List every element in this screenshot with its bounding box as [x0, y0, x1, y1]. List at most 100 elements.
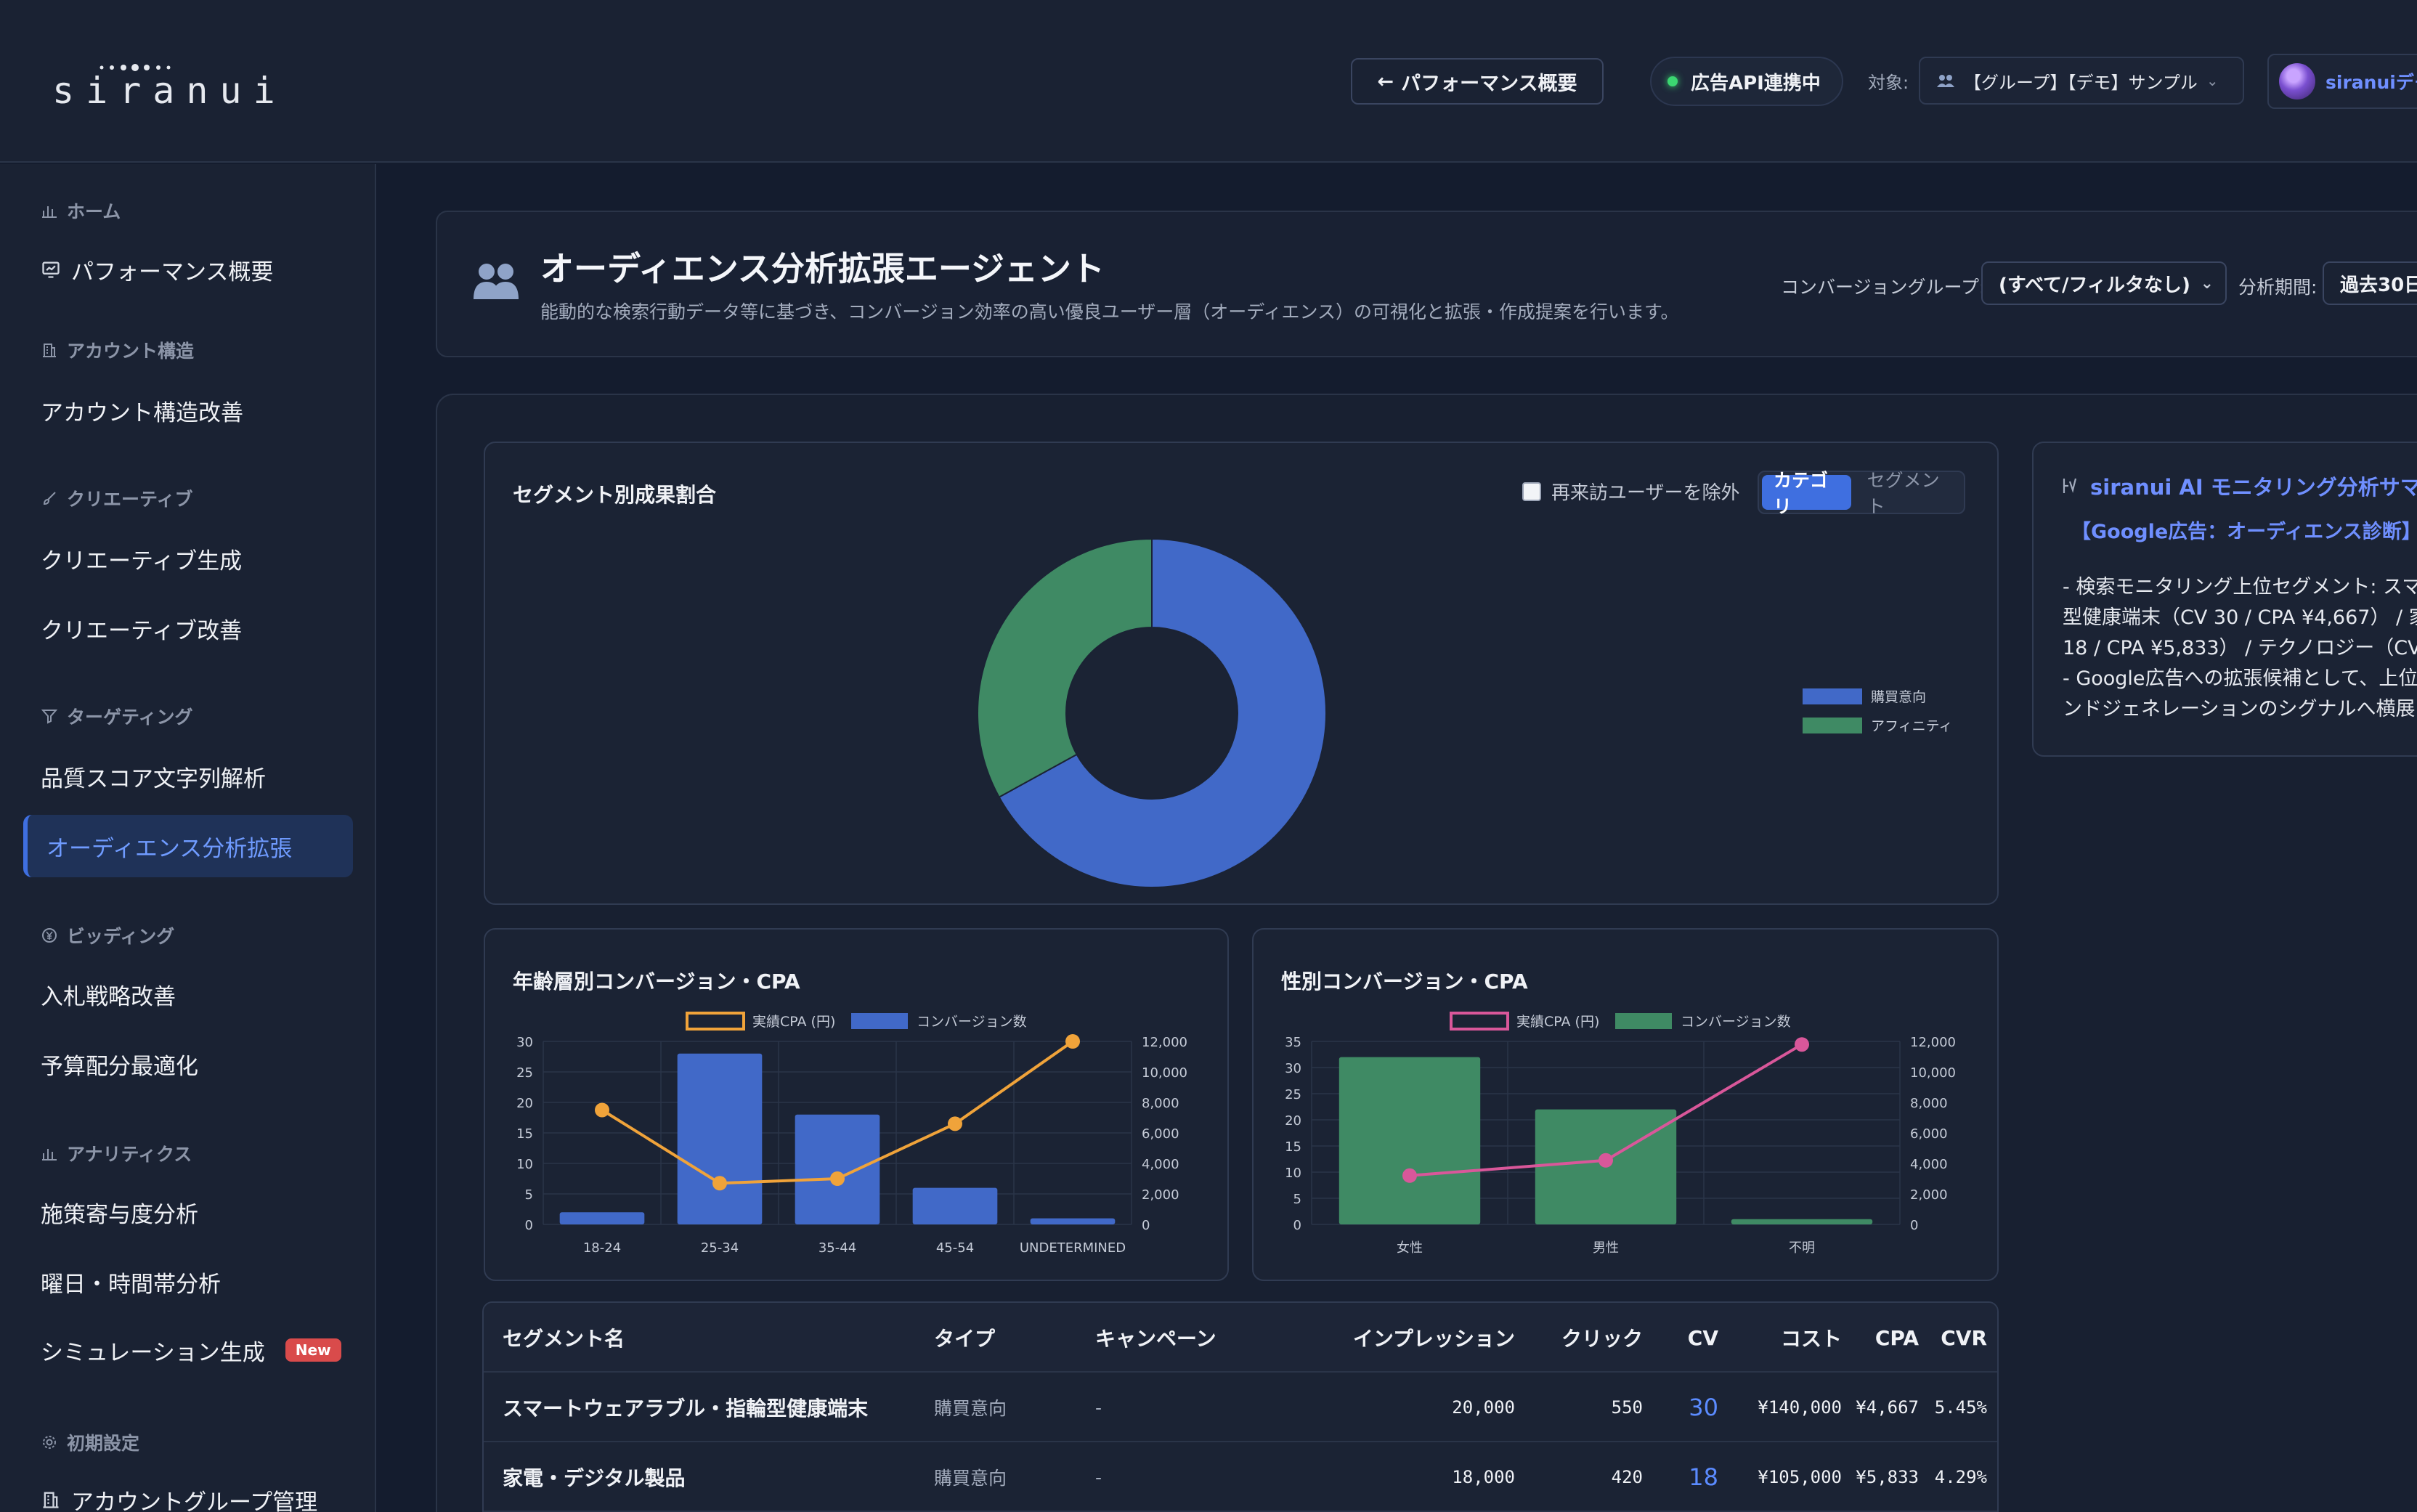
cell-clicks: 420	[1611, 1467, 1643, 1487]
y-tick-label: 10	[1285, 1166, 1301, 1181]
section-label: ビッディング	[67, 926, 175, 947]
sidebar-section-bidding: ビッディング	[41, 922, 174, 948]
legend-label: コンバージョン数	[917, 1014, 1027, 1030]
arrow-left-icon: ←	[1377, 70, 1394, 93]
monitor-chart-icon	[42, 261, 60, 278]
sidebar-section-creative: クリエーティブ	[41, 485, 193, 511]
col-cost[interactable]: コスト	[1733, 1303, 1842, 1373]
ai-line: 型健康端末（CV 30 / CPA ¥4,667） / 家	[2063, 606, 2417, 629]
y2-tick-label: 0	[1142, 1218, 1150, 1233]
cpa-point	[948, 1116, 962, 1131]
period-select[interactable]: 過去30日	[2323, 261, 2417, 305]
col-type[interactable]: タイプ	[934, 1303, 995, 1373]
sidebar-section-home: ホーム	[41, 198, 121, 224]
x-tick-label: 男性	[1593, 1240, 1619, 1256]
filter-icon	[41, 710, 58, 724]
sidebar-item-label: アカウント構造改善	[41, 399, 243, 426]
sidebar-item-creative-generate[interactable]: クリエーティブ生成	[23, 527, 353, 590]
cell-cv: 18	[1689, 1463, 1718, 1491]
cell-impressions: 20,000	[1452, 1397, 1515, 1418]
sidebar-item-bid-strategy[interactable]: 入札戦略改善	[23, 963, 353, 1025]
conversion-group-label: コンバージョングループ:	[1781, 277, 1986, 298]
x-tick-label: UNDETERMINED	[1020, 1240, 1126, 1256]
cell-cvr: 5.45%	[1934, 1397, 1987, 1418]
group-users-icon	[1937, 75, 1954, 87]
sidebar-item-creative-improve[interactable]: クリエーティブ改善	[23, 597, 353, 659]
sidebar-item-quality-score[interactable]: 品質スコア文字列解析	[23, 745, 353, 808]
y-tick-label: 15	[1285, 1139, 1301, 1155]
col-impressions[interactable]: インプレッション	[1283, 1303, 1515, 1373]
period-value: 過去30日	[2340, 274, 2417, 296]
siranui-logo[interactable]: siranui	[52, 60, 275, 112]
api-status-pill: 広告API連携中	[1650, 57, 1843, 106]
cpa-point	[1402, 1168, 1417, 1183]
section-label: クリエーティブ	[67, 489, 193, 510]
chevron-down-icon: ⌄	[2206, 72, 2219, 89]
y-tick-label: 25	[1285, 1087, 1301, 1102]
legend-swatch	[1803, 718, 1862, 733]
page-header-card: オーディエンス分析拡張エージェント 能動的な検索行動データ等に基づき、コンバージ…	[436, 211, 2417, 357]
col-cvr[interactable]: CVR	[1929, 1303, 1987, 1373]
legend-swatch-bar	[851, 1013, 908, 1029]
y2-tick-label: 12,000	[1910, 1035, 1956, 1050]
sidebar-item-label: パフォーマンス概要	[71, 259, 274, 285]
x-tick-label: 45-54	[936, 1240, 974, 1256]
sidebar-item-day-time[interactable]: 曜日・時間帯分析	[23, 1251, 353, 1313]
ai-summary-body: - 検索モニタリング上位セグメント: スマ 型健康端末（CV 30 / CPA …	[2063, 572, 2417, 725]
logo-text: siranui	[52, 70, 287, 112]
conversion-group-select[interactable]: (すべて/フィルタなし) ⌄	[1981, 261, 2227, 305]
status-dot-icon	[1667, 76, 1678, 86]
y-tick-label: 0	[525, 1218, 533, 1233]
y-tick-label: 30	[1285, 1061, 1301, 1076]
bar	[1731, 1219, 1873, 1224]
sidebar-item-performance-overview[interactable]: パフォーマンス概要	[23, 238, 353, 301]
col-segment-name[interactable]: セグメント名	[503, 1303, 625, 1373]
sidebar-item-simulation[interactable]: シミュレーション生成 New	[23, 1319, 353, 1381]
gender-chart-card: 性別コンバージョン・CPA 実績CPA (円) コンバージョン数 0 5 10 15 20 2…	[1252, 928, 1999, 1281]
user-menu[interactable]: siranuiデモ	[2267, 54, 2417, 109]
ai-line: - 検索モニタリング上位セグメント: スマ	[2063, 576, 2417, 598]
back-to-performance-button[interactable]: ← パフォーマンス概要	[1351, 58, 1604, 105]
target-select[interactable]: 【グループ】【デモ】サンプル ⌄	[1919, 57, 2244, 105]
col-campaign[interactable]: キャンペーン	[1095, 1303, 1216, 1373]
sidebar-item-audience-analysis[interactable]: オーディエンス分析拡張	[23, 815, 353, 877]
col-cpa[interactable]: CPA	[1849, 1303, 1919, 1373]
sidebar-item-account-group[interactable]: アカウントグループ管理	[23, 1468, 353, 1512]
ai-summary-card: siranui AI モニタリング分析サマリ 【Google広告：オーディエンス…	[2032, 442, 2417, 757]
y2-tick-label: 2,000	[1142, 1187, 1179, 1203]
app-root: siranui ← パフォーマンス概要 広告API連携中 対象: 【グループ】【…	[0, 0, 2417, 1512]
section-label: ターゲティング	[67, 707, 193, 728]
sidebar-item-label: 施策寄与度分析	[41, 1201, 198, 1228]
y-tick-label: 10	[516, 1157, 533, 1172]
sidebar-item-label: アカウントグループ管理	[71, 1489, 318, 1512]
sidebar-section-analytics: アナリティクス	[41, 1140, 192, 1166]
sidebar-item-contribution[interactable]: 施策寄与度分析	[23, 1181, 353, 1243]
table-row[interactable]: スマートウェアラブル・指輪型健康端末 購買意向 - 20,000 550 30 …	[484, 1373, 1997, 1442]
cell-cv: 30	[1689, 1394, 1718, 1421]
y-tick-label: 5	[525, 1187, 533, 1203]
x-tick-label: 女性	[1397, 1240, 1423, 1256]
ai-summary-subtitle: 【Google広告：オーディエンス診断】	[2071, 521, 2417, 543]
page-title: オーディエンス分析拡張エージェント	[540, 249, 1105, 288]
legend-swatch	[1803, 688, 1862, 704]
cpa-point	[1065, 1034, 1080, 1049]
table-header-row: セグメント名 タイプ キャンペーン インプレッション クリック CV コスト C…	[484, 1303, 1997, 1373]
y-tick-label: 30	[516, 1035, 533, 1050]
sidebar-item-budget-allocation[interactable]: 予算配分最適化	[23, 1033, 353, 1095]
api-status-label: 広告API連携中	[1691, 72, 1821, 94]
bar	[795, 1114, 880, 1224]
col-clicks[interactable]: クリック	[1537, 1303, 1643, 1373]
sidebar-item-account-structure[interactable]: アカウント構造改善	[23, 379, 353, 442]
sidebar-item-label: オーディエンス分析拡張	[46, 835, 293, 862]
cell-impressions: 18,000	[1452, 1467, 1515, 1487]
period-label: 分析期間:	[2238, 277, 2318, 298]
x-tick-label: 25-34	[701, 1240, 739, 1256]
bar	[677, 1053, 763, 1224]
legend-label: 実績CPA (円)	[752, 1014, 835, 1030]
sidebar: ホーム パフォーマンス概要 アカウント構造 アカウント構造改善 クリエーティブ …	[0, 164, 376, 1512]
segment-share-card: セグメント別成果割合 再来訪ユーザーを除外 カテゴリ セグメント 購買意向 アフィ…	[484, 442, 1999, 905]
col-cv[interactable]: CV	[1660, 1303, 1718, 1373]
table-row[interactable]: 家電・デジタル製品 購買意向 - 18,000 420 18 ¥105,000 …	[484, 1442, 1997, 1512]
perf-button-label: パフォーマンス概要	[1401, 72, 1577, 95]
sidebar-item-label: クリエーティブ生成	[41, 548, 243, 574]
